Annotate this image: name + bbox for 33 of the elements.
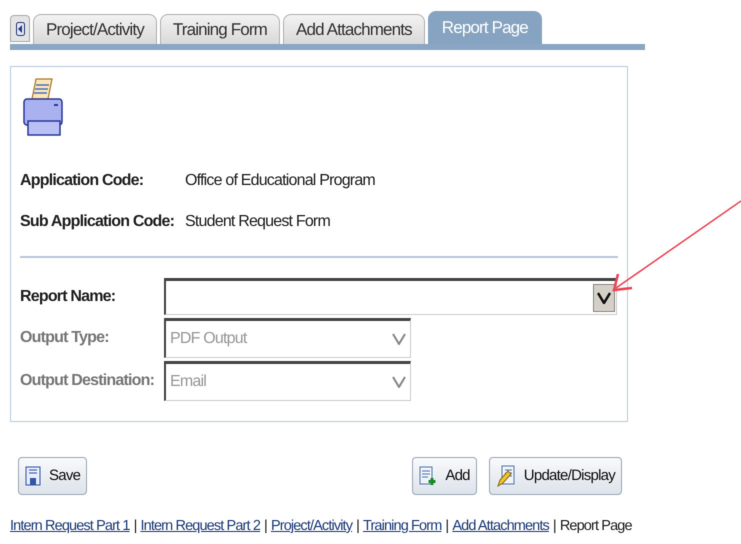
current-page-label: Report Page [560,517,632,536]
separator: | [134,517,136,536]
document-plus-icon [419,466,438,486]
pencil-document-icon [496,465,516,487]
page-link[interactable]: Training Form [363,516,442,538]
separator: | [552,517,556,536]
field-label: Sub Application Code: [20,212,176,232]
page-link[interactable]: Add Attachments [452,516,549,538]
field-label: Output Type: [20,328,110,348]
chevron-down-icon [597,292,611,304]
scroll-left-button[interactable] [10,15,30,42]
page-link[interactable]: Project/Activity [270,516,352,538]
page-link[interactable]: Intern Request Part 1 [10,516,130,538]
tab[interactable]: Training Form [160,14,280,44]
field-value: Student Request Form [185,212,330,232]
page-link[interactable]: Intern Request Part 2 [140,516,260,538]
separator: | [356,517,360,536]
chevron-down-icon [392,376,406,388]
left-triangle-icon [16,22,24,36]
field-label: Report Name: [20,286,116,306]
save-button[interactable]: Save [18,457,88,495]
separator: | [264,517,267,536]
separator: | [445,517,448,536]
field-label: Output Destination: [20,371,156,391]
add-button[interactable]: Add [412,457,477,495]
update-button[interactable]: Update/Display [488,457,622,495]
dropdown-field[interactable] [164,278,617,315]
tab[interactable]: Add Attachments [283,14,425,44]
field-label: Application Code: [20,171,144,191]
tab[interactable]: Project/Activity [33,14,157,44]
chevron-down-icon [392,333,406,345]
dropdown-button[interactable] [593,284,615,312]
field-value: Office of Educational Program [185,171,375,191]
